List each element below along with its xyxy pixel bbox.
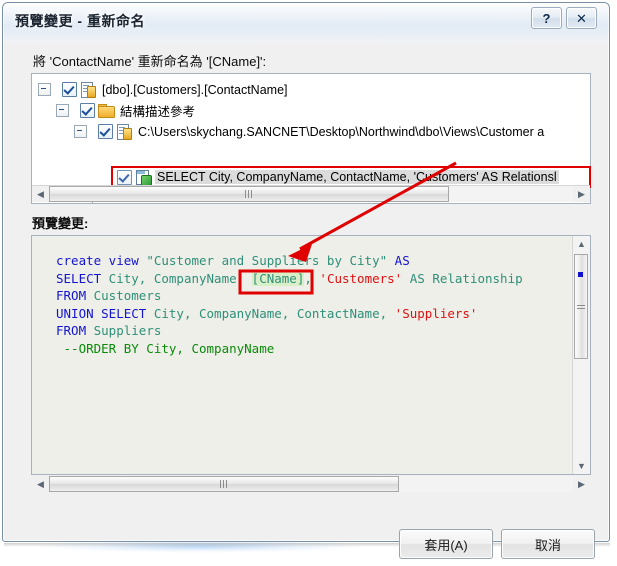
code-preview-panel[interactable]: create view "Customer and Suppliers by C… (31, 235, 591, 475)
document-icon (116, 123, 132, 140)
close-icon: ✕ (576, 10, 587, 26)
document-icon (80, 81, 96, 98)
change-marker-icon (578, 272, 583, 277)
code-token: FROM (56, 323, 87, 338)
desktop-backdrop: 預覽變更 - 重新命名 ? ✕ 將 'ContactName' 重新命名為 '[… (0, 0, 617, 566)
code-token: FROM (56, 288, 87, 303)
expander-collapse-icon[interactable] (56, 104, 69, 117)
tree-scroll-thumb[interactable] (49, 186, 449, 202)
tree-node-label: [dbo].[Customers].[ContactName] (102, 82, 288, 97)
view-icon (135, 169, 152, 186)
code-line: SELECT City, CompanyName, [CName], 'Cust… (56, 270, 566, 288)
tree-connector (52, 89, 61, 90)
question-mark-icon: ? (542, 10, 551, 26)
help-button[interactable]: ? (531, 7, 562, 29)
grip-icon (577, 302, 585, 311)
code-token: --ORDER BY City, CompanyName (56, 340, 275, 356)
tree-horizontal-scrollbar[interactable]: ◀ ▶ (32, 185, 590, 202)
code-line: UNION SELECT City, CompanyName, ContactN… (56, 305, 566, 323)
scroll-right-icon[interactable]: ▶ (573, 186, 590, 202)
expander-collapse-icon[interactable] (38, 83, 51, 96)
sql-code-text: create view "Customer and Suppliers by C… (56, 252, 566, 357)
code-token: City, CompanyName, (101, 270, 252, 286)
folder-icon (98, 103, 115, 119)
code-scroll-thumb[interactable] (574, 254, 588, 359)
scroll-right-icon[interactable]: ▶ (573, 476, 590, 492)
scroll-left-icon[interactable]: ◀ (32, 186, 49, 202)
tree-node-label: SELECT City, CompanyName, ContactName, '… (155, 170, 559, 184)
code-token: "Customer and Suppliers by City" (146, 253, 388, 268)
close-button[interactable]: ✕ (566, 7, 597, 29)
code-token: , (304, 270, 320, 286)
code-token: AS Relationship (402, 270, 523, 286)
tree-connector (88, 131, 97, 132)
apply-button[interactable]: 套用(A) (399, 529, 493, 559)
code-token: 'Suppliers' (394, 305, 478, 321)
window-title: 預覽變更 - 重新命名 (15, 13, 145, 29)
tree-node-table-column[interactable]: [dbo].[Customers].[ContactName] (32, 79, 590, 100)
tree-node-checkbox[interactable] (98, 124, 113, 139)
code-token: Suppliers (86, 323, 162, 338)
title-bar: 預覽變更 - 重新命名 ? ✕ (3, 3, 609, 37)
rename-instruction: 將 'ContactName' 重新命名為 '[CName]': (33, 54, 267, 69)
code-horizontal-scrollbar[interactable]: ◀ ▶ (32, 475, 590, 493)
dialog-content: 將 'ContactName' 重新命名為 '[CName]': [dbo].[… (3, 37, 609, 559)
code-line: FROM Customers (56, 287, 566, 305)
preview-changes-dialog: 預覽變更 - 重新命名 ? ✕ 將 'ContactName' 重新命名為 '[… (2, 2, 610, 559)
scroll-up-icon[interactable]: ▲ (573, 236, 590, 252)
code-scroll-thumb[interactable] (49, 476, 399, 492)
tree-node-checkbox[interactable] (117, 169, 132, 185)
grip-icon (245, 190, 253, 198)
tree-node-file-path[interactable]: C:\Users\skychang.SANCNET\Desktop\Northw… (32, 121, 590, 142)
code-scroll-track[interactable] (49, 476, 573, 492)
code-line: create view "Customer and Suppliers by C… (56, 252, 566, 270)
tree-node-checkbox[interactable] (62, 82, 77, 97)
code-token: create view (56, 253, 147, 268)
tree-scroll-track[interactable] (49, 186, 573, 202)
code-line: FROM Suppliers (56, 322, 566, 340)
code-token: AS (387, 253, 410, 268)
code-token: UNION SELECT (56, 305, 147, 321)
code-token: 'Customers' (319, 270, 403, 286)
code-token: Customers (86, 288, 162, 303)
tree-node-checkbox[interactable] (80, 103, 95, 118)
scroll-down-icon[interactable]: ▼ (573, 458, 590, 474)
code-line: --ORDER BY City, CompanyName (56, 340, 566, 358)
scroll-left-icon[interactable]: ◀ (32, 476, 49, 492)
code-token: City, CompanyName, ContactName, (146, 305, 395, 321)
code-token: SELECT (56, 270, 102, 286)
expander-collapse-icon[interactable] (74, 125, 87, 138)
renamed-token: [CName] (251, 270, 305, 286)
tree-node-label: C:\Users\skychang.SANCNET\Desktop\Northw… (138, 124, 545, 139)
grip-icon (220, 480, 228, 488)
cancel-button[interactable]: 取消 (501, 529, 595, 559)
tree-node-schema-references[interactable]: 結構描述參考 (32, 100, 590, 121)
preview-changes-label: 預覽變更: (32, 216, 89, 231)
tree-node-label: 結構描述參考 (120, 105, 196, 119)
code-vertical-scrollbar[interactable]: ▲ ▼ (572, 236, 590, 474)
tree-connector (70, 110, 79, 111)
